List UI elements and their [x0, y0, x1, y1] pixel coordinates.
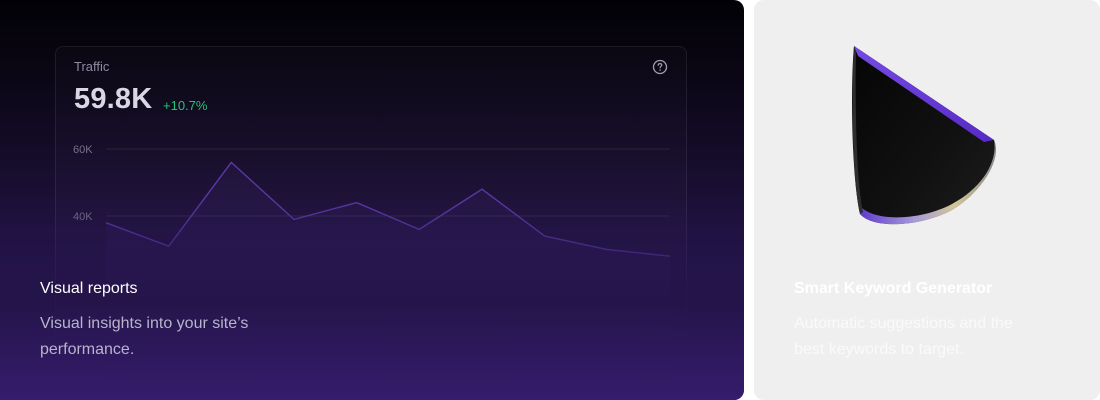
y-tick-label: 40K [73, 211, 93, 223]
feature-title: Smart Keyword Generator [794, 280, 993, 297]
feature-title: Visual reports [40, 280, 138, 297]
keyword-generator-card: Smart Keyword Generator Automatic sugges… [754, 0, 1100, 400]
feature-description: Automatic suggestions and the best keywo… [794, 315, 1013, 358]
traffic-series-area [106, 162, 670, 400]
feature-description: Visual insights into your site’s perform… [40, 315, 249, 358]
cone-illustration [852, 46, 996, 225]
y-tick-label: 60K [73, 144, 93, 156]
visual-reports-card: Traffic 59.8K +10.7% 60K 40K Visual repor… [0, 0, 744, 400]
